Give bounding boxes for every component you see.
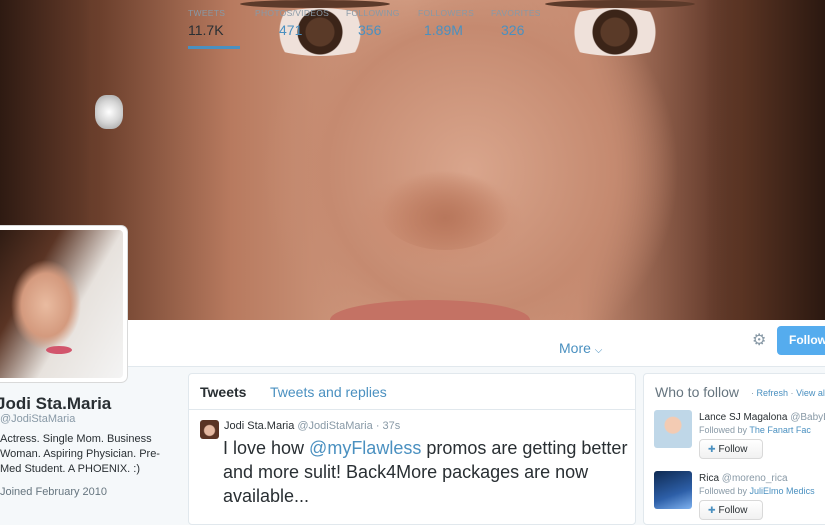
- stat-value: 356: [358, 22, 382, 38]
- stat-label: FOLLOWING: [346, 8, 400, 18]
- tweet-text: I love how @myFlawless promos are gettin…: [223, 436, 628, 508]
- followed-by-label: Followed by: [699, 486, 748, 496]
- stat-value: 11.7K: [188, 22, 224, 38]
- suggestion-follow-button[interactable]: ✚ Follow: [699, 439, 763, 459]
- tweet-avatar[interactable]: [200, 420, 219, 439]
- stat-label: FOLLOWERS: [418, 8, 475, 18]
- timeline-tabs: Tweets Tweets and replies: [189, 374, 635, 410]
- follow-label: Follow: [718, 444, 748, 455]
- person-plus-icon: ✚: [708, 444, 716, 454]
- suggestion-display-name: Lance SJ Magalona: [699, 412, 788, 423]
- stat-label: TWEETS: [188, 8, 226, 18]
- tab-tweets-and-replies[interactable]: Tweets and replies: [270, 384, 387, 400]
- suggestion-display-name: Rica: [699, 473, 720, 484]
- stat-label: FAVORITES: [491, 8, 541, 18]
- timeline: Tweets Tweets and replies Jodi Sta.Maria…: [188, 373, 636, 525]
- profile-handle: @JodiStaMaria: [0, 413, 76, 425]
- tweet-author-handle[interactable]: @JodiStaMaria: [297, 420, 372, 432]
- avatar-photo: [0, 230, 123, 378]
- avatar-lips: [46, 346, 72, 354]
- followed-by-label: Followed by: [699, 425, 748, 435]
- profile-bio: Actress. Single Mom. Business Woman. Asp…: [0, 433, 160, 475]
- gear-icon[interactable]: ⚙: [752, 333, 768, 349]
- profile-joined-date: Joined February 2010: [0, 486, 108, 498]
- suggestion-handle: @BabyL: [790, 412, 825, 423]
- more-menu-button[interactable]: More ⌵: [559, 340, 602, 356]
- follow-label: Follow: [718, 505, 748, 516]
- header-brow-right: [545, 0, 695, 8]
- who-to-follow: Who to follow · Refresh · View all Lance…: [643, 373, 825, 525]
- suggestion-followed-by: Followed by The Fanart Fac: [699, 425, 811, 435]
- view-all-link[interactable]: View all: [796, 388, 825, 398]
- chevron-down-icon: ⌵: [594, 345, 603, 356]
- tab-tweets[interactable]: Tweets: [200, 384, 246, 400]
- followed-by-link[interactable]: JuliElmo Medics: [750, 486, 815, 496]
- suggestion-name[interactable]: Rica @moreno_rica: [699, 473, 788, 484]
- stat-tweets[interactable]: TWEETS 11.7K: [188, 8, 240, 49]
- stat-value: 326: [501, 22, 525, 38]
- separator-dot: ·: [751, 388, 754, 398]
- suggestion-avatar[interactable]: [654, 471, 692, 509]
- tweet-author-name[interactable]: Jodi Sta.Maria: [224, 420, 294, 432]
- stat-value: 471: [279, 22, 303, 38]
- who-to-follow-links: · Refresh · View all: [751, 388, 825, 398]
- stat-followers[interactable]: FOLLOWERS 1.89M: [418, 8, 474, 46]
- tweet-header: Jodi Sta.Maria @JodiStaMaria · 37s: [224, 420, 400, 432]
- follow-button[interactable]: Follow: [777, 326, 825, 355]
- header-hair-right: [705, 0, 825, 320]
- header-nose: [380, 170, 510, 250]
- suggestion-handle: @moreno_rica: [721, 473, 788, 484]
- suggestion-follow-button[interactable]: ✚ Follow: [699, 500, 763, 520]
- header-earring: [95, 95, 123, 129]
- suggestion-name[interactable]: Lance SJ Magalona @BabyL: [699, 412, 825, 423]
- tweet-timestamp[interactable]: 37s: [383, 420, 401, 432]
- header-brow-left: [240, 0, 390, 8]
- refresh-link[interactable]: Refresh: [757, 388, 789, 398]
- stat-favorites[interactable]: FAVORITES 326: [491, 8, 541, 46]
- tweet-mention-link[interactable]: @myFlawless: [309, 438, 421, 458]
- profile-name: Jodi Sta.Maria: [0, 394, 112, 413]
- stat-photos-videos[interactable]: PHOTOS/VIDEOS 471: [255, 8, 329, 46]
- tweet-text-start: I love how: [223, 438, 310, 458]
- more-label: More: [559, 340, 591, 356]
- stat-label: PHOTOS/VIDEOS: [255, 8, 330, 18]
- suggestion-followed-by: Followed by JuliElmo Medics: [699, 486, 815, 496]
- suggestion-avatar[interactable]: [654, 410, 692, 448]
- who-to-follow-title: Who to follow: [655, 384, 740, 400]
- header-eye-right: [550, 8, 680, 56]
- tweet-separator: ·: [375, 420, 380, 432]
- person-plus-icon: ✚: [708, 505, 716, 515]
- stat-value: 1.89M: [424, 22, 463, 38]
- separator-dot: ·: [790, 388, 794, 398]
- followed-by-link[interactable]: The Fanart Fac: [749, 425, 811, 435]
- avatar[interactable]: [0, 226, 127, 382]
- stat-following[interactable]: FOLLOWING 356: [346, 8, 400, 46]
- header-lips: [330, 300, 530, 320]
